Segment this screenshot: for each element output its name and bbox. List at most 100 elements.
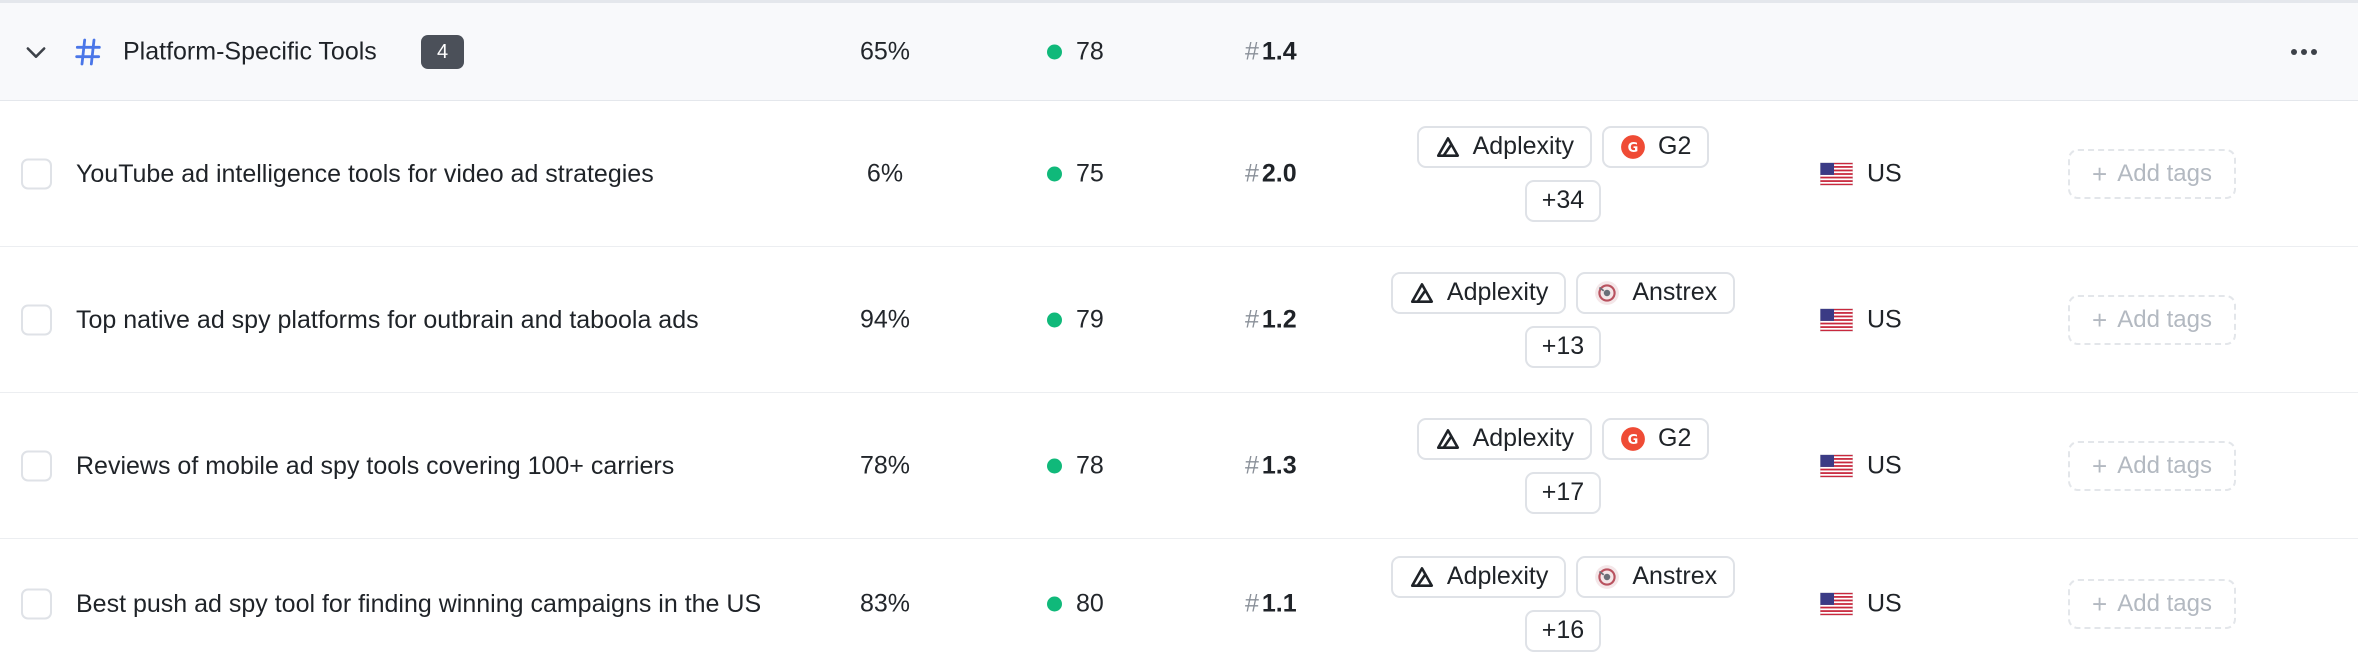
source-pill[interactable]: Adplexity <box>1390 271 1567 314</box>
g2-icon: G <box>1620 426 1658 452</box>
add-tags-button[interactable]: + Add tags <box>2068 294 2236 345</box>
position-hash-icon: # <box>1245 589 1259 617</box>
group-row[interactable]: Platform-Specific Tools 4 65% 78 # 1.4 <box>0 3 2358 101</box>
add-tags-label: Add tags <box>2117 451 2212 479</box>
row-position: #1.2 <box>1245 305 1297 334</box>
row-checkbox[interactable] <box>21 304 52 335</box>
g2-icon: G <box>1620 134 1658 160</box>
row-percent: 78% <box>859 451 911 479</box>
row-score: 80 <box>1047 589 1104 618</box>
row-score-value: 75 <box>1076 159 1104 187</box>
table-row[interactable]: Top native ad spy platforms for outbrain… <box>0 247 2358 393</box>
country-code: US <box>1867 159 1902 187</box>
hashtag-icon <box>75 38 101 65</box>
country: US <box>1820 451 1902 480</box>
group-position: # 1.4 <box>1245 37 1297 66</box>
table-row[interactable]: Reviews of mobile ad spy tools covering … <box>0 393 2358 539</box>
score-status-dot <box>1047 312 1062 327</box>
source-pill[interactable]: Anstrex <box>1576 555 1736 598</box>
position-hash-icon: # <box>1245 37 1259 65</box>
row-position-value: 1.2 <box>1261 305 1297 333</box>
row-checkbox[interactable] <box>21 588 52 619</box>
group-title: Platform-Specific Tools <box>123 37 377 65</box>
group-percent: 65% <box>859 37 911 65</box>
country: US <box>1820 305 1902 334</box>
source-name: Adplexity <box>1446 278 1549 306</box>
us-flag-icon <box>1820 592 1853 615</box>
source-pill[interactable]: Adplexity <box>1416 125 1593 168</box>
plus-icon: + <box>2092 158 2108 189</box>
row-score-value: 78 <box>1076 451 1104 479</box>
source-pill[interactable]: G G2 <box>1602 417 1710 460</box>
row-score: 78 <box>1047 451 1104 480</box>
row-position: #2.0 <box>1245 159 1297 188</box>
country: US <box>1820 159 1902 188</box>
plus-icon: + <box>2092 450 2108 481</box>
add-tags-button[interactable]: + Add tags <box>2068 578 2236 629</box>
us-flag-icon <box>1820 162 1853 185</box>
row-position-value: 1.3 <box>1261 451 1297 479</box>
position-hash-icon: # <box>1245 451 1259 479</box>
source-name: G2 <box>1658 424 1692 452</box>
source-tags: Adplexity Anstrex +13 <box>1343 271 1783 368</box>
more-sources-button[interactable]: +13 <box>1524 325 1602 368</box>
row-position: #1.1 <box>1245 589 1297 618</box>
group-score-value: 78 <box>1076 37 1104 65</box>
row-score: 79 <box>1047 305 1104 334</box>
table-row[interactable]: YouTube ad intelligence tools for video … <box>0 101 2358 247</box>
plus-icon: + <box>2092 304 2108 335</box>
add-tags-button[interactable]: + Add tags <box>2068 148 2236 199</box>
chevron-down-icon[interactable] <box>22 38 50 66</box>
source-tags: Adplexity G G2 +34 <box>1343 125 1783 222</box>
country-code: US <box>1867 451 1902 479</box>
source-pill[interactable]: Anstrex <box>1576 271 1736 314</box>
adplexity-icon <box>1435 426 1473 452</box>
source-name: Adplexity <box>1472 132 1575 160</box>
score-status-dot <box>1047 44 1062 59</box>
source-pill[interactable]: Adplexity <box>1390 555 1567 598</box>
us-flag-icon <box>1820 308 1853 331</box>
row-score-value: 79 <box>1076 305 1104 333</box>
query-text[interactable]: YouTube ad intelligence tools for video … <box>76 158 796 190</box>
svg-text:G: G <box>1628 432 1639 447</box>
more-sources-button[interactable]: +17 <box>1524 471 1602 514</box>
row-checkbox[interactable] <box>21 450 52 481</box>
row-score-value: 80 <box>1076 589 1104 617</box>
group-count-badge: 4 <box>421 34 464 69</box>
source-tags: Adplexity Anstrex +16 <box>1343 555 1783 652</box>
adplexity-icon <box>1435 134 1473 160</box>
row-position-value: 2.0 <box>1261 159 1297 187</box>
query-text[interactable]: Best push ad spy tool for finding winnin… <box>76 588 796 620</box>
adplexity-icon <box>1409 564 1447 590</box>
query-text[interactable]: Top native ad spy platforms for outbrain… <box>76 304 796 336</box>
add-tags-label: Add tags <box>2117 159 2212 187</box>
add-tags-button[interactable]: + Add tags <box>2068 440 2236 491</box>
group-score: 78 <box>1047 37 1104 66</box>
row-position: #1.3 <box>1245 451 1297 480</box>
source-tags: Adplexity G G2 +17 <box>1343 417 1783 514</box>
source-pill[interactable]: G G2 <box>1602 125 1710 168</box>
row-percent: 94% <box>859 305 911 333</box>
more-sources-button[interactable]: +16 <box>1524 609 1602 652</box>
country: US <box>1820 589 1902 618</box>
source-name: G2 <box>1658 132 1692 160</box>
svg-text:G: G <box>1628 140 1639 155</box>
group-position-value: 1.4 <box>1261 37 1297 65</box>
anstrex-icon <box>1594 564 1632 590</box>
adplexity-icon <box>1409 280 1447 306</box>
position-hash-icon: # <box>1245 305 1259 333</box>
row-checkbox[interactable] <box>21 158 52 189</box>
table-row[interactable]: Best push ad spy tool for finding winnin… <box>0 539 2358 668</box>
row-percent: 83% <box>859 589 911 617</box>
add-tags-label: Add tags <box>2117 305 2212 333</box>
source-name: Adplexity <box>1446 562 1549 590</box>
score-status-dot <box>1047 166 1062 181</box>
source-pill[interactable]: Adplexity <box>1416 417 1593 460</box>
position-hash-icon: # <box>1245 159 1259 187</box>
country-code: US <box>1867 589 1902 617</box>
source-name: Anstrex <box>1632 562 1718 590</box>
more-options-icon[interactable] <box>2284 37 2324 67</box>
query-text[interactable]: Reviews of mobile ad spy tools covering … <box>76 450 796 482</box>
more-sources-button[interactable]: +34 <box>1524 179 1602 222</box>
plus-icon: + <box>2092 588 2108 619</box>
